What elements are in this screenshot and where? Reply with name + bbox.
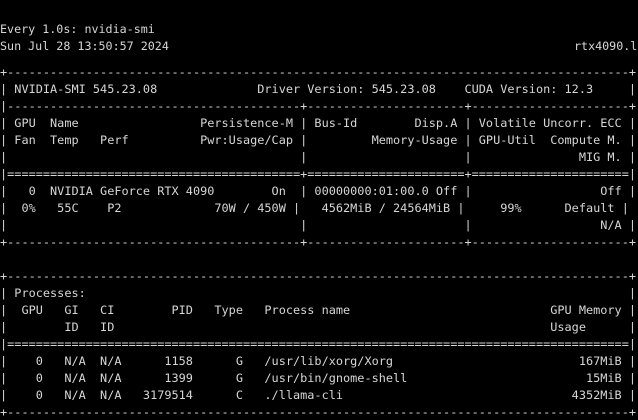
smi-header-rule: |=======================================…	[0, 167, 636, 181]
smi-header-row-3: | | | MIG M. |	[0, 150, 636, 164]
process-row: | 0 N/A N/A 1158 G /usr/lib/xorg/Xorg 16…	[0, 354, 636, 368]
processes-header-rule: |=======================================…	[0, 337, 636, 351]
processes-bottom-border: +---------------------------------------…	[0, 405, 636, 419]
hostname: rtx4090.l	[574, 39, 638, 53]
processes-header-row-1: | GPU GI CI PID Type Process name GPU Me…	[0, 303, 636, 317]
smi-top-border: +---------------------------------------…	[0, 65, 636, 79]
watch-command: Every 1.0s: nvidia-smi	[0, 22, 155, 36]
smi-bottom-border: +---------------------------------------…	[0, 235, 636, 249]
gpu-0-row-3: | | | N/A |	[0, 218, 636, 232]
smi-header-row-2: | Fan Temp Perf Pwr:Usage/Cap | Memory-U…	[0, 133, 636, 147]
smi-header-row-1: | GPU Name Persistence-M | Bus-Id Disp.A…	[0, 116, 636, 130]
gpu-0-row-1: | 0 NVIDIA GeForce RTX 4090 On | 0000000…	[0, 184, 636, 198]
processes-title: | Processes: |	[0, 286, 636, 300]
gpu-0-row-2: | 0% 55C P2 70W / 450W | 4562MiB / 24564…	[0, 201, 629, 215]
timestamp: Sun Jul 28 13:50:57 2024	[0, 39, 169, 53]
processes-top-border: +---------------------------------------…	[0, 269, 636, 283]
process-row: | 0 N/A N/A 3179514 C ./llama-cli 4352Mi…	[0, 388, 636, 402]
process-row: | 0 N/A N/A 1399 G /usr/bin/gnome-shell …	[0, 371, 636, 385]
terminal-window[interactable]: Every 1.0s: nvidia-smi rtx4090.l Sun Jul…	[0, 0, 638, 420]
watch-header-line: Every 1.0s: nvidia-smi rtx4090.l	[0, 4, 637, 53]
processes-header-row-2: | ID ID Usage |	[0, 320, 636, 334]
smi-version-row: | NVIDIA-SMI 545.23.08 Driver Version: 5…	[0, 82, 636, 96]
smi-header-separator: |---------------------------------------…	[0, 99, 636, 113]
